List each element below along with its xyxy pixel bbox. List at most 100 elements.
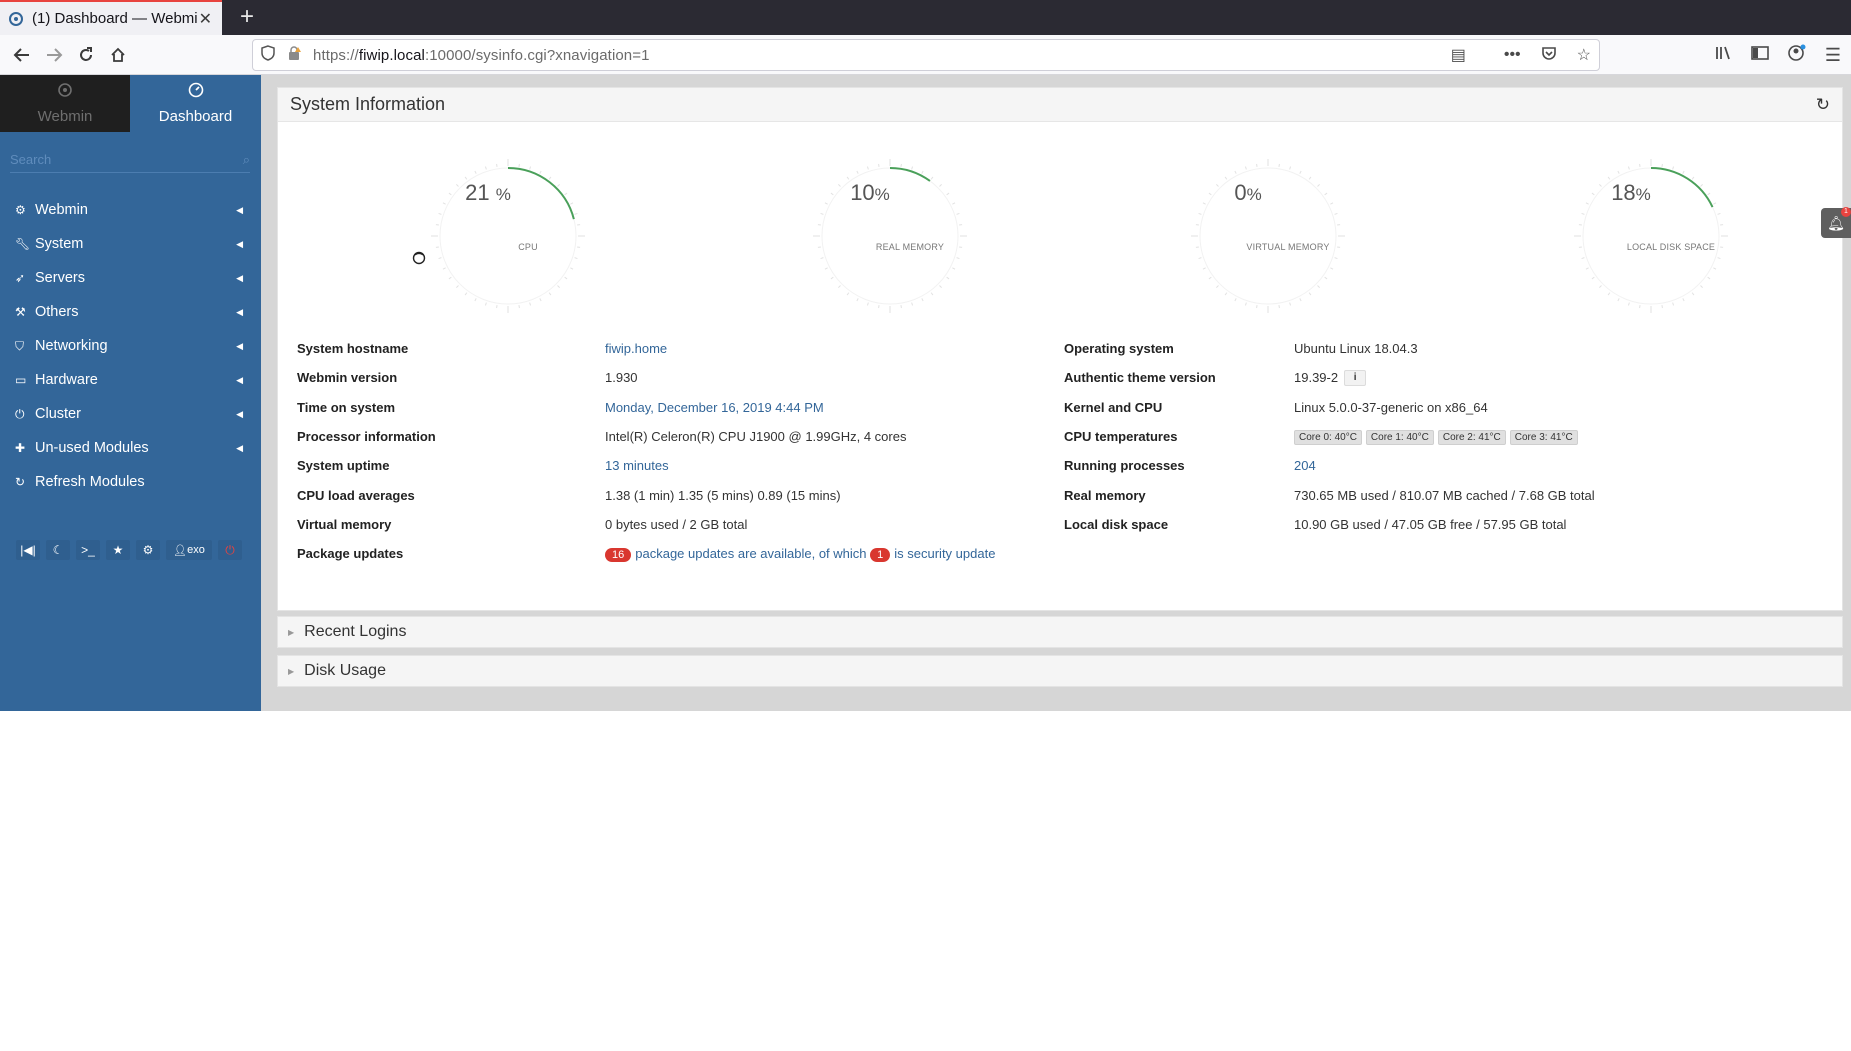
page-actions-menu-icon[interactable]: ••• [1504, 46, 1521, 64]
pocket-icon[interactable] [1541, 45, 1557, 66]
gauge-label: CPU [518, 242, 538, 252]
sidebar-footer: |◀| ☾ >_ ★ ⚙ 👤︎ exo ⏻ [16, 539, 244, 561]
gauge-tick [1330, 202, 1334, 205]
night-mode-button[interactable]: ☾ [46, 540, 70, 560]
gauge-tick [1208, 276, 1212, 280]
sidebar-item-label: Cluster [35, 406, 81, 422]
sidebar-item-label: Hardware [35, 372, 98, 388]
gauge-tick [930, 176, 934, 180]
dashboard-icon [188, 82, 204, 102]
sidebar-item-webmin[interactable]: ⚙ Webmin ◀ [0, 193, 261, 227]
forward-button[interactable] [38, 39, 70, 71]
browser-tab-dashboard[interactable]: (1) Dashboard — Webmin ✕ [0, 0, 222, 35]
refresh-icon[interactable]: ↻ [1816, 95, 1830, 115]
info-value: 730.65 MB used / 810.07 MB cached / 7.68… [1294, 487, 1595, 503]
sidebar-item-hardware[interactable]: ▭ Hardware ◀ [0, 363, 261, 397]
library-icon[interactable] [1715, 45, 1733, 66]
gauge-tick [1244, 302, 1247, 306]
sidebar-item-servers[interactable]: ➶ Servers ◀ [0, 261, 261, 295]
star-icon: ★ [112, 543, 124, 557]
gauge-tick [1202, 202, 1206, 205]
uptime-link[interactable]: 13 minutes [605, 458, 669, 473]
url-path: :10000/sysinfo.cgi?xnavigation=1 [424, 46, 650, 64]
temp-badge: Core 2: 41°C [1437, 430, 1506, 446]
gauge-tick [1617, 298, 1620, 302]
info-label: Webmin version [297, 370, 398, 386]
recent-logins-section[interactable]: ▶ Recent Logins [277, 616, 1843, 648]
tab-webmin[interactable]: Webmin [0, 75, 130, 132]
hdd-icon: ▭ [15, 373, 27, 387]
cpu-temperatures: Core 0: 40°C Core 1: 40°C Core 2: 41°C Core… [1294, 428, 1582, 446]
gauge-tick [484, 166, 487, 170]
disk-usage-section[interactable]: ▶ Disk Usage [277, 655, 1843, 687]
bookmark-star-icon[interactable]: ☆ [1577, 45, 1591, 65]
gauge-tick [1289, 302, 1292, 306]
gauge-tick [1717, 212, 1721, 215]
sidebar-item-label: Un-used Modules [35, 440, 149, 456]
info-label: Local disk space [1064, 516, 1169, 532]
info-row: Local disk space 10.90 GB used / 47.05 GB… [1064, 510, 1595, 539]
gauge-tick [939, 184, 942, 187]
shield-icon[interactable] [261, 44, 275, 66]
running-processes-link[interactable]: 204 [1294, 458, 1316, 473]
gauge-tick [474, 170, 477, 174]
update-count-badge: 16 [605, 547, 632, 562]
rocket-icon: ➶ [15, 271, 26, 285]
url-bar[interactable]: https://fiwip.local:10000/sysinfo.cgi?xn… [252, 39, 1600, 71]
sidebar-item-refresh-modules[interactable]: ↻ Refresh Modules [0, 465, 261, 499]
gauge-tick [1707, 192, 1711, 196]
info-row: Webmin version 1.930 [297, 363, 995, 392]
favorites-button[interactable]: ★ [106, 540, 130, 560]
gauge-tick [448, 276, 452, 280]
reload-icon [80, 47, 92, 61]
hostname-link[interactable]: fiwip.home [605, 341, 667, 356]
new-tab-button[interactable]: + [232, 2, 262, 32]
tab-dashboard[interactable]: Dashboard [130, 75, 261, 132]
sidebar-item-unused-modules[interactable]: ✚ Un-used Modules ◀ [0, 431, 261, 465]
collapse-icon: |◀| [20, 543, 36, 557]
close-tab-icon[interactable]: ✕ [197, 9, 214, 29]
gauge-tick [570, 202, 574, 205]
sidebar-toggle-icon[interactable] [1751, 45, 1769, 66]
gauge-tick [464, 176, 468, 180]
collapse-sidebar-button[interactable]: |◀| [16, 540, 40, 560]
user-button[interactable]: 👤︎ exo [166, 540, 212, 560]
gauge-tick [564, 192, 568, 196]
theme-config-button[interactable]: ⚙ [136, 540, 160, 560]
info-label: Processor information [297, 429, 436, 445]
logout-button[interactable]: ⏻ [218, 540, 242, 560]
back-arrow-icon [13, 48, 29, 62]
lock-warning-icon[interactable] [287, 45, 301, 66]
gauge-tick [1299, 298, 1302, 302]
info-label: System hostname [297, 341, 409, 357]
sidebar-item-cluster[interactable]: ⏻ Cluster ◀ [0, 397, 261, 431]
sidebar-item-system[interactable]: 🔧︎ System ◀ [0, 227, 261, 261]
url-text[interactable]: https://fiwip.local:10000/sysinfo.cgi?xn… [313, 47, 650, 64]
time-link[interactable]: Monday, December 16, 2019 4:44 PM [605, 400, 824, 415]
info-icon[interactable]: i [1344, 369, 1367, 386]
gauge-tick [574, 257, 578, 260]
reader-view-icon[interactable]: ▤ [1451, 45, 1466, 65]
info-value: 1.38 (1 min) 1.35 (5 mins) 0.89 (15 mins… [605, 487, 841, 503]
gauge-tick [442, 202, 446, 205]
terminal-button[interactable]: >_ [76, 540, 100, 560]
hamburger-menu-icon[interactable]: ☰ [1825, 45, 1841, 66]
gauge-tick [548, 292, 552, 296]
account-icon[interactable] [1787, 44, 1807, 67]
gauge-tick [1607, 292, 1611, 296]
search-input[interactable] [10, 147, 220, 172]
search-icon[interactable]: ⌕ [243, 152, 250, 168]
gauge-unit: % [1246, 185, 1262, 204]
sidebar-item-others[interactable]: ⚒ Others ◀ [0, 295, 261, 329]
reload-button[interactable] [70, 39, 102, 71]
sidebar-item-label: Refresh Modules [35, 474, 145, 490]
gauge-tick [1691, 292, 1695, 296]
gauge-tick [1234, 298, 1237, 302]
home-button[interactable] [102, 39, 134, 71]
sidebar-item-networking[interactable]: ⛉ Networking ◀ [0, 329, 261, 363]
sidebar-item-label: System [35, 236, 84, 252]
gauge-tick [1234, 170, 1237, 174]
package-updates-link[interactable]: 16 package updates are available, of whic… [605, 546, 995, 562]
gauge-unit: % [1635, 185, 1651, 204]
back-button[interactable] [6, 39, 38, 71]
